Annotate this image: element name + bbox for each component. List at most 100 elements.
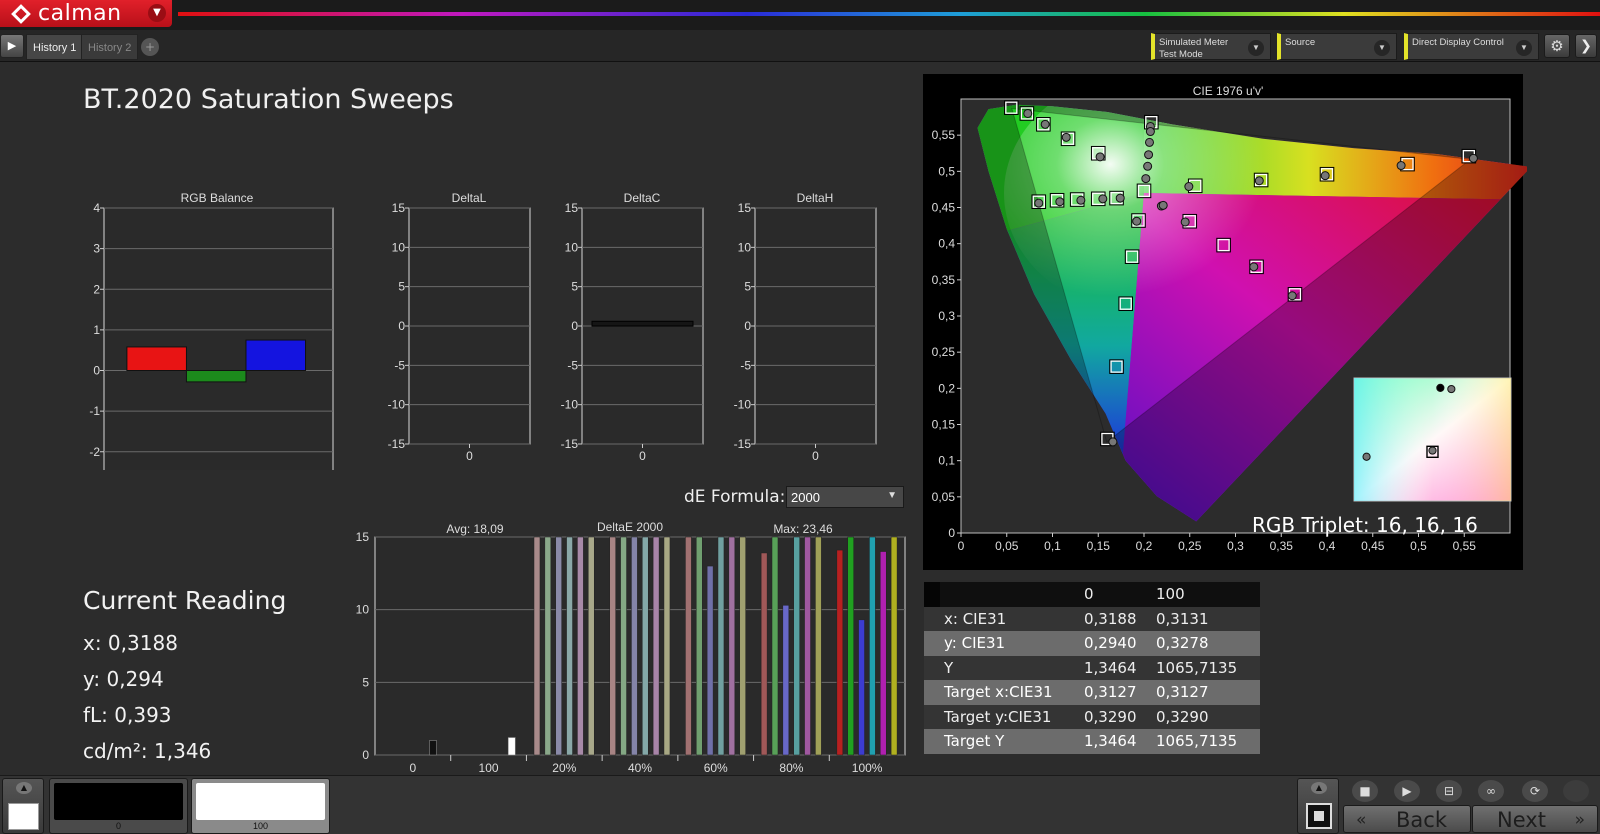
y-tick-label: -15: [734, 437, 752, 451]
row-marker: [924, 631, 940, 656]
rgb-bar: [245, 339, 307, 371]
x-tick-label: 0: [639, 449, 646, 463]
measurement-control[interactable]: ▲: [1297, 778, 1339, 834]
x-tick-label: 0,25: [1178, 539, 1202, 553]
table-row[interactable]: Y 1,3464 1065,7135: [924, 655, 1260, 680]
x-tick-label: 0,5: [1410, 539, 1427, 553]
source-dropdown[interactable]: Source ▼: [1277, 33, 1397, 60]
y-tick-label: 15: [738, 201, 752, 215]
chevron-up-icon[interactable]: ▲: [1311, 782, 1327, 794]
table-row[interactable]: x: CIE31 0,3188 0,3131: [924, 606, 1260, 631]
reading-fl: fL: 0,393: [83, 703, 172, 727]
y-tick-label: 2: [93, 282, 100, 296]
table-cell-100: 0,3278: [1152, 631, 1260, 656]
inset-measured-point: [1362, 452, 1371, 461]
measured-point: [1040, 119, 1050, 129]
y-tick-label: 0,3: [938, 309, 955, 323]
deltae-bar: [890, 536, 898, 756]
y-tick-label: 0: [93, 364, 100, 378]
row-marker: [924, 729, 940, 754]
y-tick-label: 0,5: [938, 164, 955, 178]
stop-icon[interactable]: [1306, 803, 1332, 829]
y-tick-label: 0,15: [932, 418, 956, 432]
x-tick-label: 0,55: [1453, 539, 1477, 553]
deltae-bar: [609, 536, 616, 756]
read-series-icon[interactable]: ⊟: [1436, 780, 1462, 802]
app-window: calman ▼ ▶ History 1 History 2 + Simulat…: [0, 0, 1600, 834]
table-row[interactable]: Target x:CIE31 0,3127 0,3127: [924, 680, 1260, 705]
reading-x: x: 0,3188: [83, 631, 178, 655]
continuous-icon[interactable]: ∞: [1478, 780, 1504, 802]
measured-point: [1132, 216, 1142, 226]
delta-bar: [591, 320, 694, 327]
x-tick-label: 40%: [628, 761, 652, 775]
display-control-dropdown[interactable]: Direct Display Control ▼: [1404, 33, 1539, 60]
deltae-bar: [631, 536, 638, 756]
table-row[interactable]: y: CIE31 0,2940 0,3278: [924, 631, 1260, 656]
row-marker: [924, 606, 940, 631]
measured-point: [1076, 195, 1086, 205]
chevron-right-icon[interactable]: ❯: [1575, 34, 1597, 58]
y-tick-label: 0: [571, 319, 578, 333]
y-tick-label: 0,1: [938, 454, 955, 468]
measured-point: [1098, 194, 1108, 204]
stop-measure-icon[interactable]: ■: [1352, 780, 1378, 802]
deltae-bar: [804, 536, 811, 756]
patch-label: 100: [252, 821, 269, 831]
chevron-down-icon: ▼: [887, 490, 897, 501]
y-tick-label: 15: [356, 530, 370, 544]
inset-measured-point: [1436, 383, 1445, 392]
y-tick-label: 0: [744, 319, 751, 333]
patch-label: 0: [115, 821, 121, 831]
record-icon[interactable]: [1563, 780, 1589, 802]
x-tick-label: 0,45: [1361, 539, 1385, 553]
next-button[interactable]: Next »: [1472, 805, 1598, 833]
meter-dropdown[interactable]: Simulated Meter Test Mode ▼: [1151, 33, 1271, 60]
rgb-triplet: RGB Triplet: 16, 16, 16: [1252, 513, 1478, 537]
y-tick-label: -15: [561, 437, 579, 451]
y-tick-label: 15: [392, 201, 406, 215]
measured-point: [1287, 291, 1297, 301]
cie-diagram: 0 0,05 0,1 0,15 0,2 0,25 0,3 0,35 0,4 0,45 0,5 0,55…: [923, 74, 1527, 570]
measured-point: [1158, 200, 1168, 210]
x-tick-label: 0,35: [1270, 539, 1294, 553]
rgb-bar: [185, 370, 247, 383]
x-tick-label: 0,2: [1136, 539, 1153, 553]
measured-point: [1095, 152, 1105, 162]
measured-point: [1184, 182, 1194, 192]
next-label: Next: [1497, 808, 1546, 832]
x-tick-label: 0: [466, 449, 473, 463]
play-icon[interactable]: ▶: [1394, 780, 1420, 802]
y-tick-label: -10: [561, 398, 579, 412]
chevron-down-icon: ▼: [1374, 40, 1390, 56]
table-row[interactable]: Target Y 1,3464 1065,7135: [924, 729, 1260, 754]
deltae-bar: [717, 536, 725, 756]
y-tick-label: 4: [93, 201, 100, 215]
table-cell-label: Y: [940, 655, 1080, 680]
refresh-icon[interactable]: ⟳: [1522, 780, 1548, 802]
row-marker: [924, 704, 940, 729]
table-cell-0: 1,3464: [1080, 729, 1152, 754]
back-button[interactable]: « Back: [1343, 805, 1471, 833]
deltae-bar: [663, 536, 671, 756]
deltae-bar: [566, 536, 573, 756]
table-cell-0: 0,3127: [1080, 680, 1152, 705]
patch-100[interactable]: 100: [191, 778, 330, 834]
deltae-chart: 15 10 5 0 0 100 20% 40% 60% 80% 100%: [356, 530, 906, 775]
gear-icon[interactable]: ⚙: [1544, 34, 1570, 58]
x-tick-label: 80%: [779, 761, 803, 775]
x-tick-label: 60%: [704, 761, 728, 775]
deltae-bar: [544, 536, 552, 756]
table-cell-0: 0,2940: [1080, 631, 1152, 656]
patch-0[interactable]: 0: [49, 778, 188, 834]
deltae-bar: [847, 536, 854, 756]
measured-point: [1249, 262, 1259, 272]
deltae-bar: [836, 549, 844, 756]
plot-frame: [374, 536, 906, 756]
chevron-up-icon[interactable]: ▲: [16, 782, 32, 794]
de-formula-select[interactable]: 2000 ▼: [786, 486, 904, 508]
measured-point: [1144, 137, 1154, 147]
table-row[interactable]: Target y:CIE31 0,3290 0,3290: [924, 704, 1260, 729]
patch-scroll-control[interactable]: ▲: [2, 778, 44, 834]
patch-swatch: [54, 783, 183, 820]
